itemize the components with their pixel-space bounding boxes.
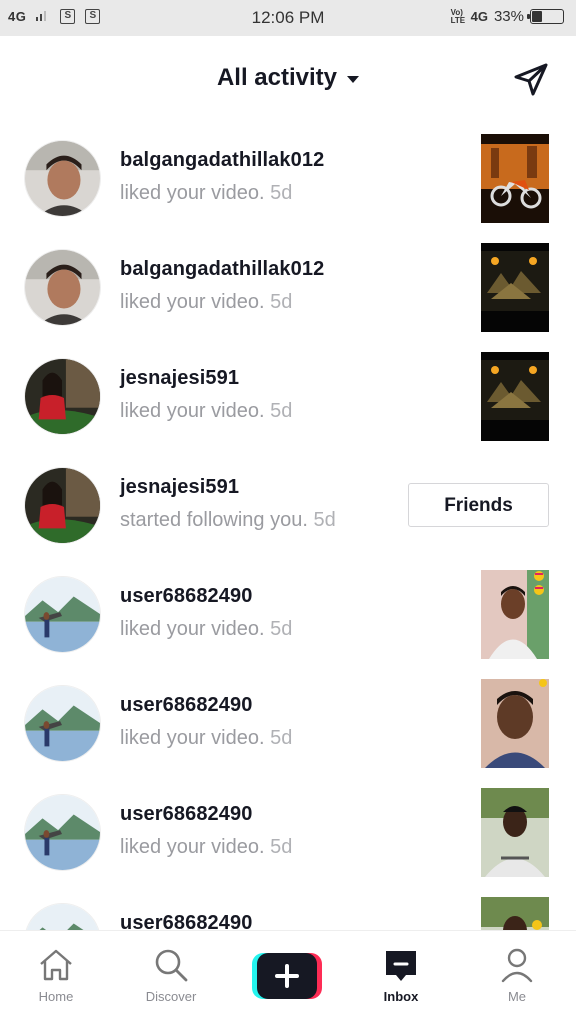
activity-text: liked your video. 5d [120,727,293,749]
activity-text: liked your video. 5d [120,836,293,858]
avatar[interactable] [24,794,101,871]
plus-icon [252,953,322,999]
username[interactable]: user68682490 [120,694,252,717]
home-icon [40,949,72,981]
activity-row[interactable]: jesnajesi591 liked your video. 5d [0,340,576,449]
username[interactable]: jesnajesi591 [120,367,239,390]
status-right: Vo) LTE 4G 33% [451,8,564,25]
video-thumbnail[interactable] [481,243,549,332]
avatar[interactable] [24,685,101,762]
battery-percent: 33% [493,8,524,25]
activity-row[interactable]: user68682490 [0,885,576,930]
activity-row[interactable]: balgangadathillak012 liked your video. 5… [0,231,576,340]
nav-me[interactable]: Me [472,945,562,1004]
activity-text: liked your video. 5d [120,400,293,422]
avatar[interactable] [24,358,101,435]
username[interactable]: user68682490 [120,912,252,930]
video-thumbnail[interactable] [481,897,549,930]
avatar[interactable] [24,249,101,326]
nav-home[interactable]: Home [11,945,101,1004]
friends-button[interactable]: Friends [408,483,549,527]
nav-me-label: Me [507,989,527,1004]
create-video-button[interactable] [252,953,322,999]
nav-home-label: Home [38,989,74,1004]
activity-text: liked your video. 5d [120,618,293,640]
activity-text: started following you. 5d [120,509,336,531]
nav-discover-label: Discover [145,989,197,1004]
activity-row[interactable]: user68682490 liked your video. 5d [0,776,576,885]
nav-discover[interactable]: Discover [126,945,216,1004]
activity-row[interactable]: balgangadathillak012 liked your video. 5… [0,122,576,231]
nav-inbox[interactable]: Inbox [356,945,446,1004]
activity-row[interactable]: user68682490 liked your video. 5d [0,558,576,667]
video-thumbnail[interactable] [481,679,549,768]
video-thumbnail[interactable] [481,134,549,223]
caret-down-icon [347,75,360,83]
activity-text: liked your video. 5d [120,291,293,313]
video-thumbnail[interactable] [481,788,549,877]
username[interactable]: jesnajesi591 [120,476,239,499]
search-icon [155,949,188,982]
battery-icon [527,9,564,24]
page-title: All activity [216,64,338,91]
username[interactable]: balgangadathillak012 [120,258,324,281]
avatar[interactable] [24,467,101,544]
username[interactable]: balgangadathillak012 [120,149,324,172]
profile-icon [501,948,533,983]
activity-filter-dropdown[interactable]: All activity [0,64,576,92]
avatar[interactable] [24,576,101,653]
activity-text: liked your video. 5d [120,182,293,204]
username[interactable]: user68682490 [120,585,252,608]
avatar[interactable] [24,140,101,217]
avatar[interactable] [24,903,101,930]
activity-row[interactable]: user68682490 liked your video. 5d [0,667,576,776]
video-thumbnail[interactable] [481,570,549,659]
username[interactable]: user68682490 [120,803,252,826]
header: All activity [0,36,576,122]
nav-inbox-label: Inbox [383,989,419,1004]
bottom-nav: Home Discover Inbox Me [0,930,576,1024]
network-indicator: 4G [470,9,488,24]
status-bar: 4G S S 12:06 PM Vo) LTE 4G 33% [0,0,576,36]
video-thumbnail[interactable] [481,352,549,441]
direct-message-icon[interactable] [512,60,550,98]
volte-indicator: Vo) LTE [450,7,466,25]
activity-list: balgangadathillak012 liked your video. 5… [0,122,576,930]
inbox-icon [386,951,416,981]
